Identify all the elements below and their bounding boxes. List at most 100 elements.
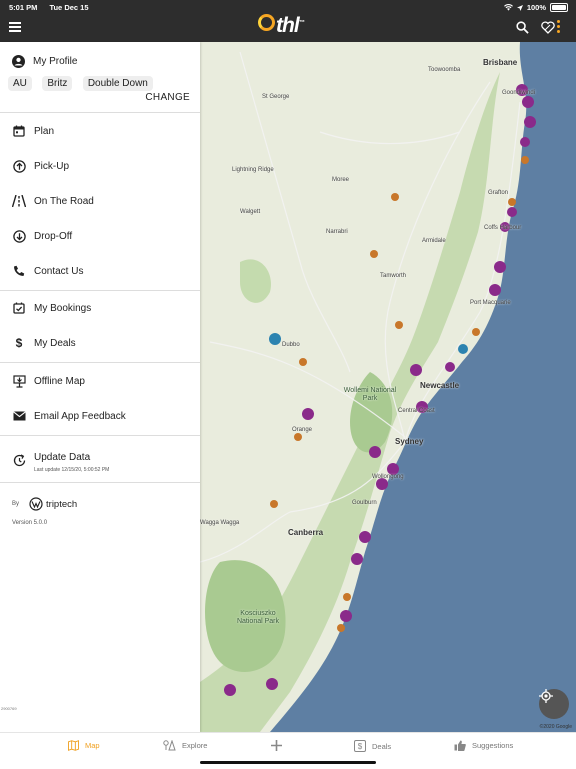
battery-icon [550, 3, 568, 12]
explore-icon [163, 740, 176, 751]
logo-trademark: ™ [298, 20, 305, 26]
map-icon [68, 740, 79, 751]
menu-item-label: Update Data [34, 452, 91, 463]
menu-item-label: My Deals [34, 337, 76, 349]
menu-item-update-data[interactable]: Update Data Last update 12/15/20, 5:00:5… [0, 441, 200, 479]
menu-button[interactable] [9, 22, 21, 32]
menu-item-my-deals[interactable]: $ My Deals [0, 326, 200, 360]
menu-item-offline-map[interactable]: Offline Map [0, 364, 200, 398]
map-label-town: Narrabri [326, 229, 348, 235]
map-label-town: St George [262, 94, 290, 100]
top-bar: 5:01 PM Tue Dec 15 100% thl™ [0, 0, 576, 42]
map-label-town: Port Macquarie [470, 300, 511, 306]
tab-suggestions[interactable]: Suggestions [454, 740, 513, 751]
deals-icon: $ [354, 740, 366, 752]
map-label-town: Central Coast [398, 408, 435, 414]
menu-item-label: Drop-Off [34, 230, 73, 242]
chip-country[interactable]: AU [8, 76, 32, 91]
favourites-icon[interactable] [541, 21, 555, 34]
map-label-town: Goulburn [352, 500, 377, 506]
divider [0, 362, 200, 363]
plus-icon [271, 740, 282, 751]
menu-item-label: Contact Us [34, 265, 84, 277]
search-icon[interactable] [516, 21, 529, 34]
divider [0, 482, 200, 483]
status-bar-right: 100% [503, 3, 568, 12]
menu-item-label: Email App Feedback [34, 410, 126, 422]
tab-map[interactable]: Map [68, 740, 100, 751]
map-label-park: Kosciuszko National Park [236, 610, 280, 625]
map-label-town: Moree [332, 177, 350, 183]
status-time: 5:01 PM [9, 3, 38, 12]
map-label-town: Orange [292, 427, 313, 433]
tab-deals[interactable]: $ Deals [354, 740, 391, 752]
menu-item-pick-up[interactable]: Pick-Up [0, 149, 200, 183]
map-label-town: Coffs Harbour [484, 225, 522, 231]
profile-section: My Profile AU Britz Double Down CHANGE [0, 42, 200, 113]
chip-brand[interactable]: Britz [42, 76, 73, 91]
menu-item-my-bookings[interactable]: My Bookings [0, 291, 200, 325]
offline-map-icon [12, 374, 26, 388]
side-drawer: My Profile AU Britz Double Down CHANGE P… [0, 42, 200, 732]
map-label-town: Toowoomba [428, 67, 461, 73]
menu-item-contact-us[interactable]: Contact Us [0, 254, 200, 288]
menu-item-drop-off[interactable]: Drop-Off [0, 219, 200, 253]
more-options-icon[interactable] [557, 20, 561, 35]
menu-item-plan[interactable]: Plan [0, 114, 200, 148]
divider [0, 435, 200, 436]
map-credit: ©2020 Google [539, 724, 572, 730]
menu-item-on-the-road[interactable]: On The Road [0, 184, 200, 218]
profile-chips: AU Britz Double Down [8, 73, 159, 91]
update-icon [12, 453, 26, 467]
map-label-town: Wagga Wagga [200, 520, 240, 526]
tab-add[interactable] [271, 740, 288, 751]
arrow-up-circle-icon [12, 159, 26, 173]
triptech-logo-icon [29, 497, 43, 511]
road-icon [12, 194, 26, 208]
status-date: Tue Dec 15 [49, 3, 89, 12]
dollar-icon: $ [15, 336, 23, 350]
map-label-town: Walgett [240, 209, 261, 215]
map-label-town: Wollongong [372, 474, 404, 480]
tab-label: Map [85, 741, 100, 750]
status-bar-left: 5:01 PM Tue Dec 15 [9, 3, 89, 12]
menu-item-label: Offline Map [34, 375, 85, 387]
by-label: By [12, 501, 20, 507]
tab-explore[interactable]: Explore [163, 740, 207, 751]
map-view[interactable]: Brisbane Newcastle Sydney Canberra Toowo… [200, 42, 576, 732]
home-indicator [200, 761, 376, 764]
menu-item-label: Pick-Up [34, 160, 70, 172]
calendar-icon [12, 124, 26, 138]
tab-label: Explore [182, 741, 208, 750]
last-update-text: Last update 12/15/20, 5:00:52 PM [34, 467, 110, 473]
bottom-tab-bar: Map Explore $ Deals Suggestions [0, 732, 576, 769]
map-label-city: Newcastle [420, 381, 460, 390]
wifi-icon [503, 4, 513, 11]
my-profile-row[interactable]: My Profile [12, 55, 77, 68]
menu-item-email-feedback[interactable]: Email App Feedback [0, 399, 200, 433]
menu-item-label: Plan [34, 125, 55, 137]
my-profile-label: My Profile [33, 56, 78, 67]
profile-icon [12, 55, 25, 68]
app-version: Version 5.0.0 [12, 520, 48, 526]
thl-logo: thl™ [258, 14, 305, 38]
map-label-city: Sydney [395, 437, 424, 446]
map-label-city: Canberra [288, 528, 324, 537]
menu-item-label: On The Road [34, 195, 94, 207]
map-label-town: Lightning Ridge [232, 167, 274, 173]
thumbs-up-icon [454, 740, 466, 751]
map-label-town: Dubbo [282, 342, 300, 348]
menu-item-label: My Bookings [34, 302, 92, 314]
logo-text: thl [276, 14, 300, 37]
build-number: 2900769 [1, 706, 17, 711]
chip-vehicle[interactable]: Double Down [82, 76, 153, 91]
crosshair-icon [539, 689, 553, 703]
battery-percent: 100% [526, 3, 546, 12]
my-location-button[interactable] [539, 689, 569, 719]
svg-text:$: $ [358, 742, 363, 751]
map-label-city: Brisbane [483, 58, 518, 67]
powered-by: By triptech [12, 497, 77, 511]
change-profile-button[interactable]: CHANGE [145, 92, 190, 103]
map-label-town: Goondiwindi [502, 90, 536, 96]
map-label-town: Armidale [422, 238, 446, 244]
